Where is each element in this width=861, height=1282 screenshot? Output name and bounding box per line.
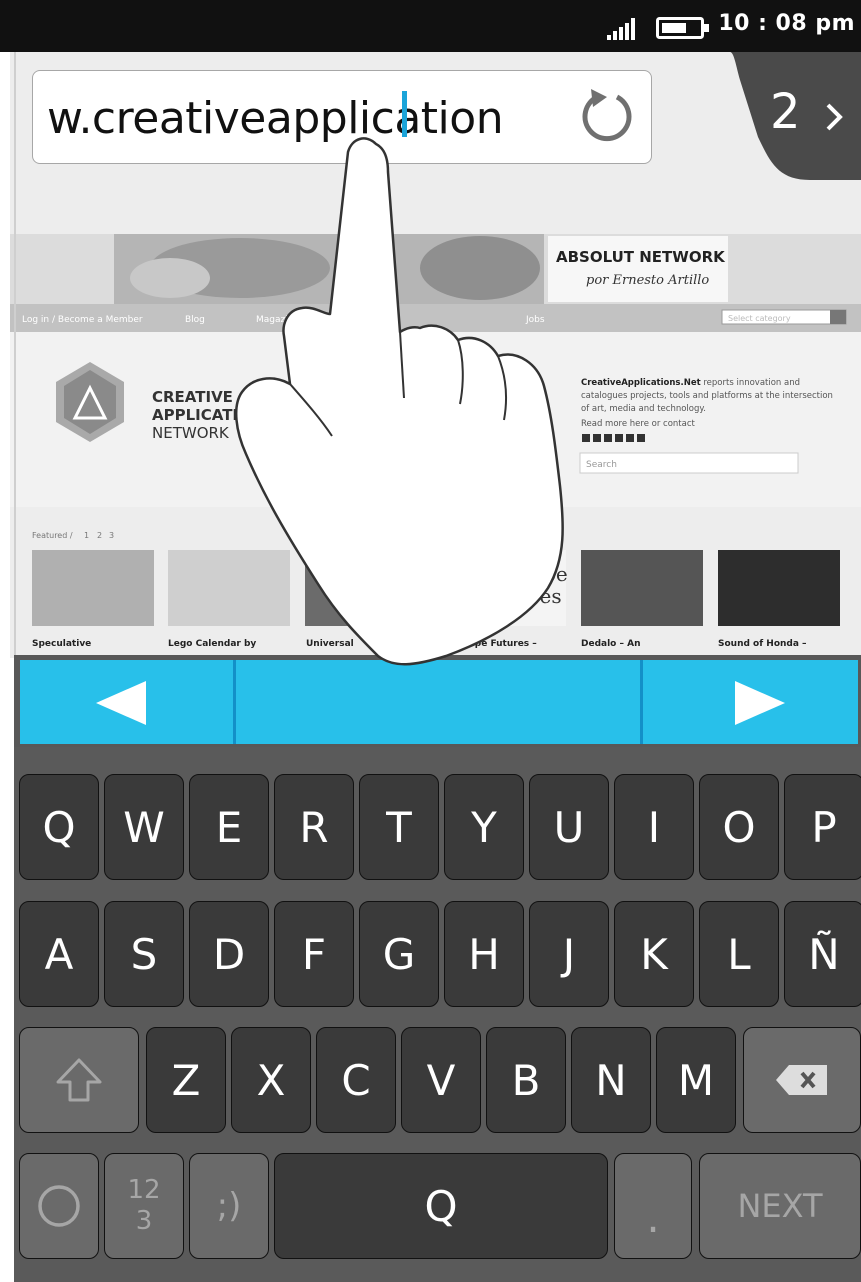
key-n[interactable]: N: [571, 1027, 651, 1133]
key-l[interactable]: L: [699, 901, 779, 1007]
key-p[interactable]: P: [784, 774, 861, 880]
key-i[interactable]: I: [614, 774, 694, 880]
key-k[interactable]: K: [614, 901, 694, 1007]
key-d[interactable]: D: [189, 901, 269, 1007]
key-u[interactable]: U: [529, 774, 609, 880]
caption-6: Sound of Honda –: [718, 639, 807, 649]
logo-line-3: NETWORK: [152, 424, 230, 442]
cursor-left-button[interactable]: [20, 660, 233, 744]
shift-key[interactable]: [19, 1027, 139, 1133]
key-f[interactable]: F: [274, 901, 354, 1007]
arrow-left-icon: [96, 681, 146, 725]
signal-icon: [607, 18, 635, 40]
about-line-3: of art, media and technology.: [581, 404, 706, 414]
featured-label: Featured /: [32, 531, 73, 540]
logo-line-2: APPLICATI: [152, 406, 238, 424]
backspace-icon: [776, 1065, 827, 1095]
key-c[interactable]: C: [316, 1027, 396, 1133]
shift-icon: [56, 1058, 102, 1102]
home-key[interactable]: [19, 1153, 99, 1259]
key-b[interactable]: B: [486, 1027, 566, 1133]
key-q[interactable]: Q: [19, 774, 99, 880]
text-cursor: [402, 91, 407, 137]
key-g[interactable]: G: [359, 901, 439, 1007]
period-key[interactable]: .: [614, 1153, 692, 1259]
about-line-1: reports innovation and: [701, 378, 800, 388]
arrow-right-icon: [735, 681, 785, 725]
key-a[interactable]: A: [19, 901, 99, 1007]
about-line-4: Read more here or contact: [581, 419, 696, 429]
menu-blog: Blog: [185, 315, 205, 325]
chevron-right-icon[interactable]: [824, 102, 844, 132]
key-z[interactable]: Z: [146, 1027, 226, 1133]
key-w[interactable]: W: [104, 774, 184, 880]
battery-icon: [656, 17, 709, 39]
about-line-2: catalogues projects, tools and platforms…: [581, 391, 833, 401]
tabs-count-button[interactable]: 2: [770, 84, 801, 140]
banner-subtitle: por Ernesto Artillo: [586, 273, 709, 288]
logo-line-1: CREATIVE: [152, 388, 233, 406]
menu-login: Log in / Become a Member: [22, 315, 143, 325]
caption-5: Dedalo – An: [581, 639, 641, 649]
key-r[interactable]: R: [274, 774, 354, 880]
caption-1: Speculative: [32, 639, 91, 649]
key-t[interactable]: T: [359, 774, 439, 880]
cursor-right-button[interactable]: [643, 660, 858, 744]
featured-page-3: 3: [109, 531, 114, 540]
emoji-key[interactable]: ;): [189, 1153, 269, 1259]
about-brand: CreativeApplications.Net: [581, 378, 701, 388]
key-e[interactable]: E: [189, 774, 269, 880]
nav-divider: [640, 660, 643, 744]
next-key[interactable]: NEXT: [699, 1153, 861, 1259]
menu-select-category: Select category: [728, 314, 791, 323]
key-o[interactable]: O: [699, 774, 779, 880]
status-bar: 10 : 08 pm: [0, 0, 861, 52]
key-j[interactable]: J: [529, 901, 609, 1007]
symbols-key-line1: 12: [127, 1175, 161, 1205]
svg-text:CreativeApplications.Net repor: CreativeApplications.Net reports innovat…: [581, 378, 800, 388]
next-key-label: NEXT: [737, 1187, 823, 1225]
backspace-key[interactable]: [743, 1027, 861, 1133]
key-y[interactable]: Y: [444, 774, 524, 880]
featured-page-1: 1: [84, 531, 89, 540]
clock: 10 : 08 pm: [718, 11, 855, 36]
key-x[interactable]: X: [231, 1027, 311, 1133]
symbols-key[interactable]: 12 3: [104, 1153, 184, 1259]
site-search-placeholder: Search: [586, 460, 617, 470]
hand-pointer-icon: [235, 137, 564, 666]
featured-page-2: 2: [97, 531, 102, 540]
symbols-key-line2: 3: [135, 1206, 153, 1236]
key-m[interactable]: M: [656, 1027, 736, 1133]
key-s[interactable]: S: [104, 901, 184, 1007]
key-h[interactable]: H: [444, 901, 524, 1007]
space-key[interactable]: Q: [274, 1153, 608, 1259]
circle-icon: [38, 1185, 80, 1227]
key-n-tilde[interactable]: Ñ: [784, 901, 861, 1007]
key-v[interactable]: V: [401, 1027, 481, 1133]
